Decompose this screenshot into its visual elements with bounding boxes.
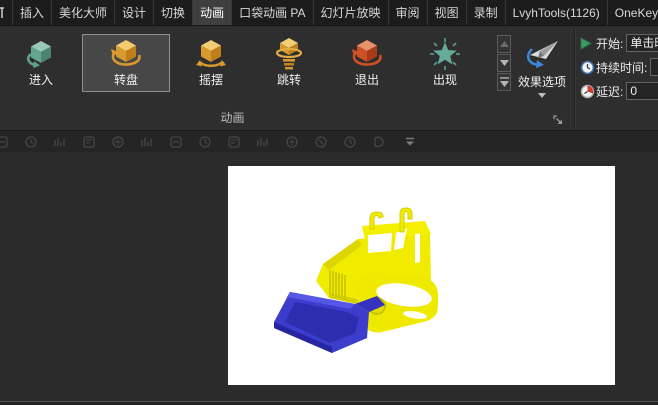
chevron-down-icon bbox=[538, 93, 546, 98]
toolbar-icon[interactable] bbox=[197, 134, 213, 150]
slide[interactable] bbox=[228, 166, 615, 385]
effect-label: 出现 bbox=[433, 73, 457, 87]
delay-label: 延迟: bbox=[596, 83, 623, 100]
tab-lvyhtools[interactable]: LvyhTools(1126) bbox=[505, 0, 607, 25]
addin-toolbar bbox=[0, 130, 658, 152]
appear-star-icon bbox=[427, 35, 463, 73]
chevron-down-icon bbox=[500, 60, 509, 66]
effect-options-button[interactable]: 效果选项 bbox=[513, 35, 571, 109]
effect-label: 转盘 bbox=[114, 73, 138, 87]
app-window: 插入 美化大师 设计 切换 动画 口袋动画 PA 幻灯片放映 审阅 视图 录制 … bbox=[0, 0, 658, 405]
effect-exit-button[interactable]: 退出 bbox=[330, 34, 404, 92]
delay-spinbox[interactable]: 0 bbox=[626, 82, 658, 100]
toolbar-icon[interactable] bbox=[342, 134, 358, 150]
start-combobox[interactable]: 单击时 bbox=[626, 34, 658, 52]
tab-animations[interactable]: 动画 bbox=[192, 0, 231, 25]
duration-spinbox[interactable] bbox=[650, 58, 658, 76]
effect-appear-button[interactable]: 出现 bbox=[408, 34, 482, 92]
toolbar-icon[interactable] bbox=[226, 134, 242, 150]
toolbar-icon[interactable] bbox=[110, 134, 126, 150]
toolbar-icon[interactable] bbox=[168, 134, 184, 150]
duration-clock-icon bbox=[580, 60, 596, 75]
toolbar-icon[interactable] bbox=[23, 134, 39, 150]
group-separator bbox=[574, 28, 576, 128]
tab-view[interactable]: 视图 bbox=[427, 0, 466, 25]
animation-group-label: 动画 bbox=[0, 109, 465, 126]
effect-swing-button[interactable]: 摇摆 bbox=[174, 34, 248, 92]
chevron-more-icon bbox=[405, 137, 415, 147]
gallery-more-button[interactable] bbox=[497, 73, 511, 91]
toolbar-icon[interactable] bbox=[139, 134, 155, 150]
turntable-cube-icon bbox=[107, 35, 145, 73]
effect-jump-button[interactable]: 跳转 bbox=[252, 34, 326, 92]
effect-turntable-button[interactable]: 转盘 bbox=[82, 34, 170, 92]
toolbar-overflow-button[interactable] bbox=[405, 134, 421, 150]
toolbar-icon[interactable] bbox=[0, 134, 10, 150]
effect-options-label: 效果选项 bbox=[518, 75, 566, 89]
exit-cube-icon bbox=[348, 35, 386, 73]
status-bar bbox=[0, 401, 658, 405]
tab-transitions[interactable]: 切换 bbox=[153, 0, 192, 25]
tab-record[interactable]: 录制 bbox=[466, 0, 505, 25]
gallery-scroll-down-button[interactable] bbox=[497, 54, 511, 72]
swing-cube-icon bbox=[192, 35, 230, 73]
gallery-scroll-buttons bbox=[497, 35, 511, 91]
toolbar-icon[interactable] bbox=[284, 134, 300, 150]
animation-effect-gallery: 进入 转盘 bbox=[4, 34, 482, 92]
tab-review[interactable]: 审阅 bbox=[388, 0, 427, 25]
ribbon-group-row: 动画 bbox=[0, 105, 572, 131]
effect-label: 摇摆 bbox=[199, 73, 223, 87]
toolbar-icon[interactable] bbox=[255, 134, 271, 150]
effect-enter-button[interactable]: 进入 bbox=[4, 34, 78, 92]
delay-row: 延迟: 0 bbox=[580, 82, 658, 100]
toolbar-icon[interactable] bbox=[52, 134, 68, 150]
chevron-up-icon bbox=[500, 41, 509, 47]
jump-cube-icon bbox=[270, 35, 308, 73]
tab-design[interactable]: 设计 bbox=[114, 0, 153, 25]
editing-canvas bbox=[0, 152, 658, 401]
toolbar-icon[interactable] bbox=[371, 134, 387, 150]
toy-bulldozer-3d-model[interactable] bbox=[228, 166, 615, 385]
start-label: 开始: bbox=[596, 35, 623, 52]
animation-ribbon: 进入 转盘 bbox=[0, 25, 658, 130]
start-play-icon bbox=[580, 37, 596, 50]
start-row: 开始: 单击时 bbox=[580, 34, 658, 52]
enter-cube-icon bbox=[23, 35, 59, 73]
dialog-launcher-button[interactable] bbox=[553, 113, 565, 125]
tab-onekey8[interactable]: OneKey 8 bbox=[607, 0, 658, 25]
duration-label: 持续时间: bbox=[596, 59, 647, 76]
clipped-glyph-icon bbox=[0, 6, 6, 20]
timing-group: 开始: 单击时 持续时间: 延迟: 0 bbox=[580, 34, 658, 106]
duration-row: 持续时间: bbox=[580, 58, 658, 76]
tab-slideshow[interactable]: 幻灯片放映 bbox=[313, 0, 388, 25]
tab-insert[interactable]: 插入 bbox=[13, 0, 51, 25]
toolbar-icon[interactable] bbox=[313, 134, 329, 150]
effect-label: 跳转 bbox=[277, 73, 301, 87]
tab-pocket-animation-pa[interactable]: 口袋动画 PA bbox=[231, 0, 312, 25]
tab-beautify-master[interactable]: 美化大师 bbox=[51, 0, 114, 25]
paper-plane-icon bbox=[520, 35, 564, 73]
ribbon-tab-bar: 插入 美化大师 设计 切换 动画 口袋动画 PA 幻灯片放映 审阅 视图 录制 … bbox=[0, 0, 658, 25]
clipped-tab-fragment[interactable] bbox=[0, 0, 13, 25]
effect-label: 进入 bbox=[29, 73, 53, 87]
more-effects-icon bbox=[500, 77, 509, 87]
dialog-launcher-icon bbox=[553, 115, 564, 126]
effect-label: 退出 bbox=[355, 73, 379, 87]
gallery-scroll-up-button[interactable] bbox=[497, 35, 511, 53]
delay-clock-icon bbox=[580, 84, 596, 99]
toolbar-icon[interactable] bbox=[81, 134, 97, 150]
